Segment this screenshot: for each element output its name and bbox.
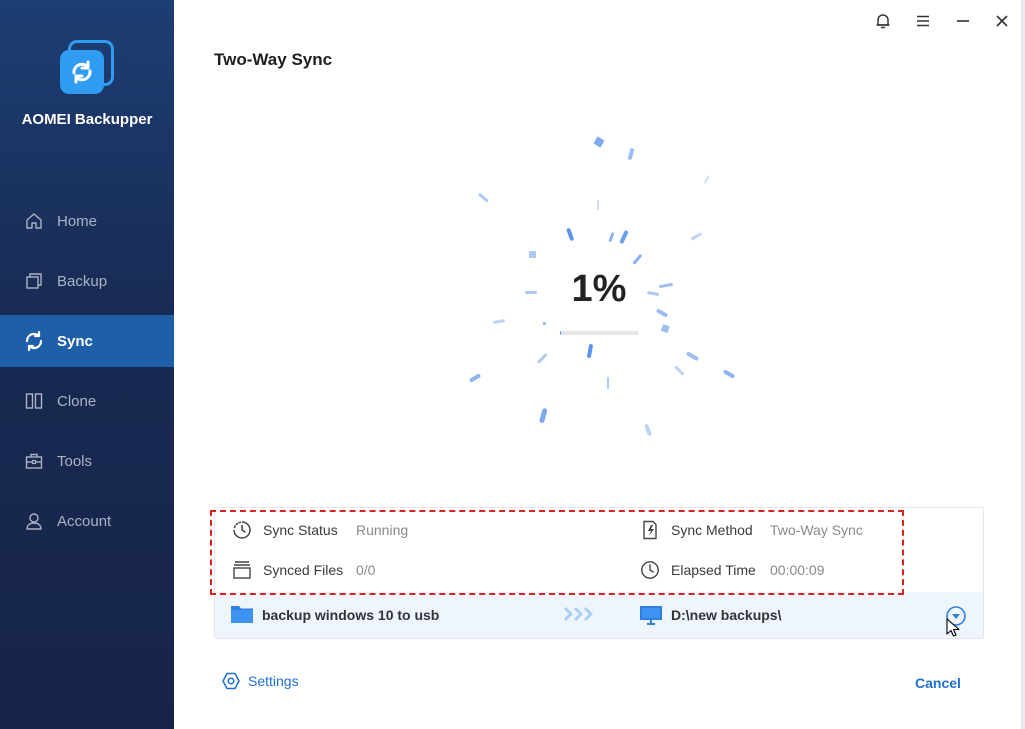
progress-bar bbox=[560, 331, 639, 335]
elapsed-time-label: Elapsed Time bbox=[671, 562, 756, 578]
sync-task-row: backup windows 10 to usb D:\new backups\ bbox=[215, 592, 983, 638]
app-name: AOMEI Backupper bbox=[21, 111, 153, 128]
monitor-icon bbox=[639, 605, 663, 630]
elapsed-time-value: 00:00:09 bbox=[770, 562, 825, 578]
sidebar-item-label: Backup bbox=[57, 272, 108, 290]
sync-method-row: Sync Method Two-Way Sync bbox=[640, 520, 900, 540]
progress-bar-fill bbox=[560, 331, 562, 335]
direction-arrows-icon bbox=[563, 606, 597, 627]
minimize-button[interactable] bbox=[952, 11, 974, 31]
progress-percent: 1% bbox=[571, 268, 627, 310]
synced-files-row: Synced Files 0/0 bbox=[232, 560, 612, 580]
folder-icon bbox=[230, 604, 254, 629]
sync-method-label: Sync Method bbox=[671, 522, 753, 538]
home-icon bbox=[24, 211, 44, 231]
backup-icon bbox=[24, 271, 44, 291]
app-logo bbox=[58, 40, 116, 98]
clock-icon bbox=[640, 560, 660, 580]
sync-icon bbox=[24, 331, 44, 351]
sidebar-item-label: Sync bbox=[57, 332, 93, 350]
clock-dashed-icon bbox=[232, 520, 252, 540]
gear-icon bbox=[222, 672, 240, 690]
destination-path: D:\new backups\ bbox=[671, 607, 782, 623]
sidebar-item-sync[interactable]: Sync bbox=[0, 315, 174, 367]
sidebar-item-label: Clone bbox=[57, 392, 97, 410]
mouse-cursor-icon bbox=[946, 618, 960, 643]
sync-status-label: Sync Status bbox=[263, 522, 338, 538]
sidebar-item-account[interactable]: Account bbox=[0, 495, 174, 547]
close-window-button[interactable] bbox=[991, 11, 1013, 31]
sync-method-value: Two-Way Sync bbox=[770, 522, 863, 538]
source-task-name: backup windows 10 to usb bbox=[262, 607, 440, 623]
sidebar-item-clone[interactable]: Clone bbox=[0, 375, 174, 427]
synced-files-value: 0/0 bbox=[356, 562, 376, 578]
sync-status-value: Running bbox=[356, 522, 409, 538]
tools-icon bbox=[24, 451, 44, 471]
account-icon bbox=[24, 511, 44, 531]
cancel-button[interactable]: Cancel bbox=[905, 673, 971, 693]
menu-icon bbox=[917, 15, 929, 27]
minimize-icon bbox=[957, 20, 969, 22]
files-stack-icon bbox=[232, 560, 252, 580]
elapsed-time-row: Elapsed Time 00:00:09 bbox=[640, 560, 900, 580]
sidebar-item-tools[interactable]: Tools bbox=[0, 435, 174, 487]
sidebar-item-label: Account bbox=[57, 512, 112, 530]
sidebar-item-backup[interactable]: Backup bbox=[0, 255, 174, 307]
sync-status-row: Sync Status Running bbox=[232, 520, 612, 540]
window-edge bbox=[1021, 0, 1025, 729]
clone-icon bbox=[24, 391, 44, 411]
sidebar-item-label: Tools bbox=[57, 452, 93, 470]
notification-bell-button[interactable] bbox=[872, 11, 894, 31]
main-menu-button[interactable] bbox=[912, 11, 934, 31]
settings-label: Settings bbox=[248, 673, 299, 689]
bell-icon bbox=[876, 14, 890, 29]
close-icon bbox=[996, 15, 1008, 27]
sidebar: AOMEI Backupper Home Backup Sync Clone T… bbox=[0, 0, 174, 729]
page-title: Two-Way Sync bbox=[214, 50, 333, 69]
settings-button[interactable]: Settings bbox=[222, 672, 299, 690]
synced-files-label: Synced Files bbox=[263, 562, 344, 578]
sync-method-icon bbox=[640, 520, 660, 540]
app-window: AOMEI Backupper Home Backup Sync Clone T… bbox=[0, 0, 1025, 729]
sidebar-item-home[interactable]: Home bbox=[0, 195, 174, 247]
sidebar-item-label: Home bbox=[57, 212, 98, 230]
